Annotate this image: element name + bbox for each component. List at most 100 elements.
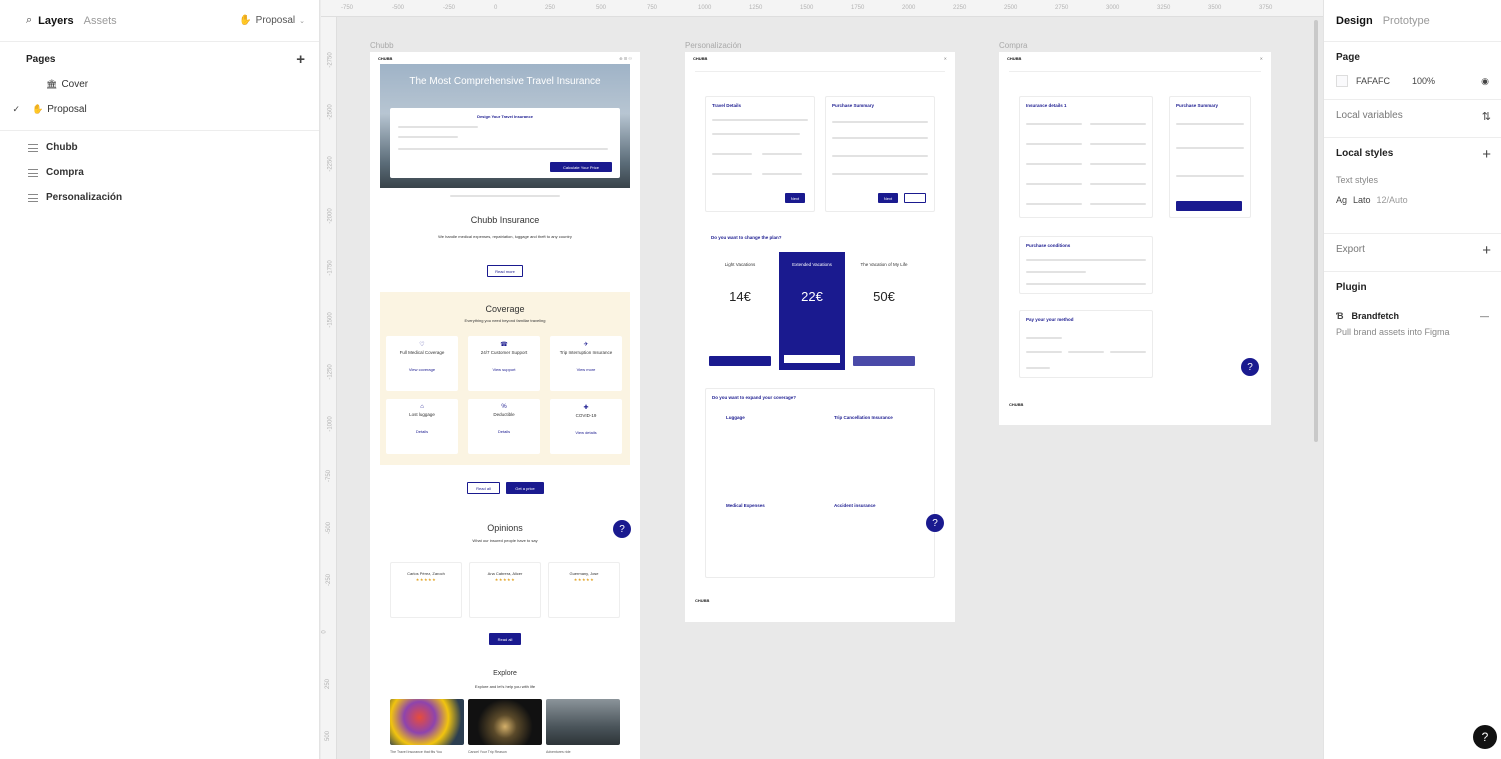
- coverage-card[interactable]: ⌂ Lost luggage Details: [386, 399, 458, 454]
- form-line: [398, 126, 478, 128]
- opinions-read-all-button[interactable]: Read all: [489, 633, 521, 645]
- page-item-proposal[interactable]: ✓ ✋ Proposal: [0, 97, 319, 122]
- local-variables-label[interactable]: Local variables: [1336, 110, 1489, 121]
- coverage-card-link[interactable]: View support: [468, 367, 540, 372]
- coverage-card[interactable]: % Deductible Details: [468, 399, 540, 454]
- compra-footer-logo: CHUBB: [1009, 402, 1024, 407]
- page-color-row[interactable]: FAFAFC 100% ◉: [1336, 75, 1489, 87]
- tab-assets[interactable]: Assets: [84, 15, 117, 27]
- payment-title: Pay your your method: [1026, 317, 1074, 322]
- pers-navbar: CHUBB ✕: [685, 52, 955, 64]
- frame-compra[interactable]: CHUBB ✕ Insurance details 1 Purchase Sum…: [999, 52, 1271, 425]
- ruler-tick-label: 750: [647, 5, 658, 11]
- add-style-icon[interactable]: +: [1482, 146, 1491, 163]
- opinion-card: Carlos Pérez, Zaroch ★★★★★: [390, 562, 462, 618]
- ruler-tick-label: 1250: [749, 5, 763, 11]
- pay-button[interactable]: [1176, 201, 1242, 211]
- form-line: [832, 155, 928, 157]
- coverage-card[interactable]: ✈ Trip Interruption Insurance View more: [550, 336, 622, 391]
- frame-label-chubb[interactable]: Chubb: [370, 41, 394, 50]
- plan-card-life[interactable]: The Vacation of My Life 50€: [851, 252, 917, 370]
- explore-image[interactable]: [390, 699, 464, 745]
- expand-item[interactable]: Trip Cancellation Insurance: [834, 415, 893, 420]
- plan-select-button[interactable]: [709, 356, 771, 366]
- chevron-down-icon: ⌄: [299, 17, 305, 25]
- search-icon[interactable]: ⌕: [26, 14, 32, 27]
- coverage-card-link[interactable]: View more: [550, 367, 622, 372]
- layer-list: Chubb Compra Personalización: [0, 135, 319, 210]
- rating-stars: ★★★★★: [494, 577, 516, 582]
- plugin-title: Plugin: [1336, 282, 1367, 293]
- plan-select-button[interactable]: [783, 354, 841, 364]
- explore-image[interactable]: [546, 699, 620, 745]
- close-icon[interactable]: ✕: [1260, 56, 1263, 61]
- frame-personalizacion[interactable]: CHUBB ✕ Travel Details Next Purchase Sum…: [685, 52, 955, 622]
- tab-layers[interactable]: Layers: [38, 15, 73, 27]
- expand-coverage-panel: Do you want to expand your coverage? Lug…: [705, 388, 935, 578]
- page-dropdown[interactable]: ✋ Proposal ⌄: [239, 15, 305, 26]
- canvas-scrollbar[interactable]: [1314, 20, 1318, 442]
- ruler-tick-label: 3250: [1157, 5, 1171, 11]
- collapse-icon[interactable]: —: [1480, 311, 1489, 321]
- design-canvas[interactable]: -750 -500 -250 0 250 500 750 1000 1250 1500 1750 20…: [321, 0, 1323, 759]
- next-button[interactable]: Next: [785, 193, 805, 203]
- plan-card-light[interactable]: Light Vacations 14€: [707, 252, 773, 370]
- add-export-icon[interactable]: +: [1482, 242, 1491, 259]
- ruler-tick-label: -1250: [327, 364, 334, 380]
- coverage-card-link[interactable]: View details: [550, 430, 622, 435]
- page-opacity-value[interactable]: 100%: [1412, 76, 1435, 86]
- pages-header: Pages +: [0, 46, 319, 72]
- step-progress: [1009, 69, 1261, 72]
- text-style-row[interactable]: Ag Lato 12/Auto: [1336, 195, 1489, 205]
- plan-select-button[interactable]: [853, 356, 915, 366]
- coverage-card-link[interactable]: Details: [386, 429, 458, 434]
- page-section: Page FAFAFC 100% ◉: [1324, 42, 1501, 100]
- form-line: [1090, 143, 1146, 145]
- coverage-card-title: 24/7 Customer Support: [480, 350, 528, 355]
- coverage-card[interactable]: ✚ COVID-19 View details: [550, 399, 622, 454]
- get-price-button[interactable]: Get a price: [506, 482, 544, 494]
- local-styles-section: Local styles + Text styles Ag Lato 12/Au…: [1324, 138, 1501, 234]
- expand-item[interactable]: Accident insurance: [834, 503, 876, 508]
- form-line: [398, 136, 458, 138]
- chat-fab-icon[interactable]: ?: [926, 514, 944, 532]
- expand-item[interactable]: Luggage: [726, 415, 745, 420]
- coverage-read-all-button[interactable]: Read all: [467, 482, 500, 494]
- tab-prototype[interactable]: Prototype: [1383, 15, 1430, 27]
- coverage-card[interactable]: ☎ 24/7 Customer Support View support: [468, 336, 540, 391]
- chat-fab-icon[interactable]: ?: [613, 520, 631, 538]
- frame-icon: [28, 168, 38, 177]
- form-line: [1090, 183, 1146, 185]
- eye-icon[interactable]: ◉: [1481, 76, 1489, 87]
- form-line: [1090, 123, 1146, 125]
- coverage-card-link[interactable]: Details: [468, 429, 540, 434]
- frame-label-personalizacion[interactable]: Personalización: [685, 41, 741, 50]
- read-more-button[interactable]: Read more: [487, 265, 523, 277]
- page-item-cover[interactable]: 🏛 Cover: [0, 72, 319, 97]
- layer-item-compra[interactable]: Compra: [0, 160, 319, 185]
- hand-emoji-icon: ✋: [239, 15, 252, 26]
- plan-card-extended[interactable]: Extended Vacations 22€: [779, 252, 845, 370]
- summary-edit-button[interactable]: [904, 193, 926, 203]
- help-icon[interactable]: ?: [1473, 725, 1497, 749]
- page-emoji-icon: ✋: [32, 104, 44, 114]
- section-title: Chubb Insurance: [470, 215, 540, 225]
- plugin-row[interactable]: Ɓ Brandfetch —: [1336, 311, 1489, 321]
- variables-settings-icon[interactable]: ⇅: [1482, 110, 1491, 123]
- calculate-price-button[interactable]: Calculate Your Price: [550, 162, 612, 172]
- layer-item-chubb[interactable]: Chubb: [0, 135, 319, 160]
- frame-chubb[interactable]: CHUBB ⊕ ☰ ⚇ The Most Comprehensive Trave…: [370, 52, 640, 759]
- frame-label-compra[interactable]: Compra: [999, 41, 1027, 50]
- explore-image[interactable]: [468, 699, 542, 745]
- expand-item[interactable]: Medical Expenses: [726, 503, 765, 508]
- layer-item-personalizacion[interactable]: Personalización: [0, 185, 319, 210]
- tab-design[interactable]: Design: [1336, 15, 1373, 27]
- summary-next-button[interactable]: Next: [878, 193, 898, 203]
- coverage-card-link[interactable]: View coverage: [386, 367, 458, 372]
- color-swatch[interactable]: [1336, 75, 1348, 87]
- add-page-icon[interactable]: +: [296, 51, 305, 68]
- close-icon[interactable]: ✕: [944, 56, 947, 61]
- page-color-value[interactable]: FAFAFC: [1356, 76, 1412, 86]
- chat-fab-icon[interactable]: ?: [1241, 358, 1259, 376]
- coverage-card[interactable]: ♡ Full Medical Coverage View coverage: [386, 336, 458, 391]
